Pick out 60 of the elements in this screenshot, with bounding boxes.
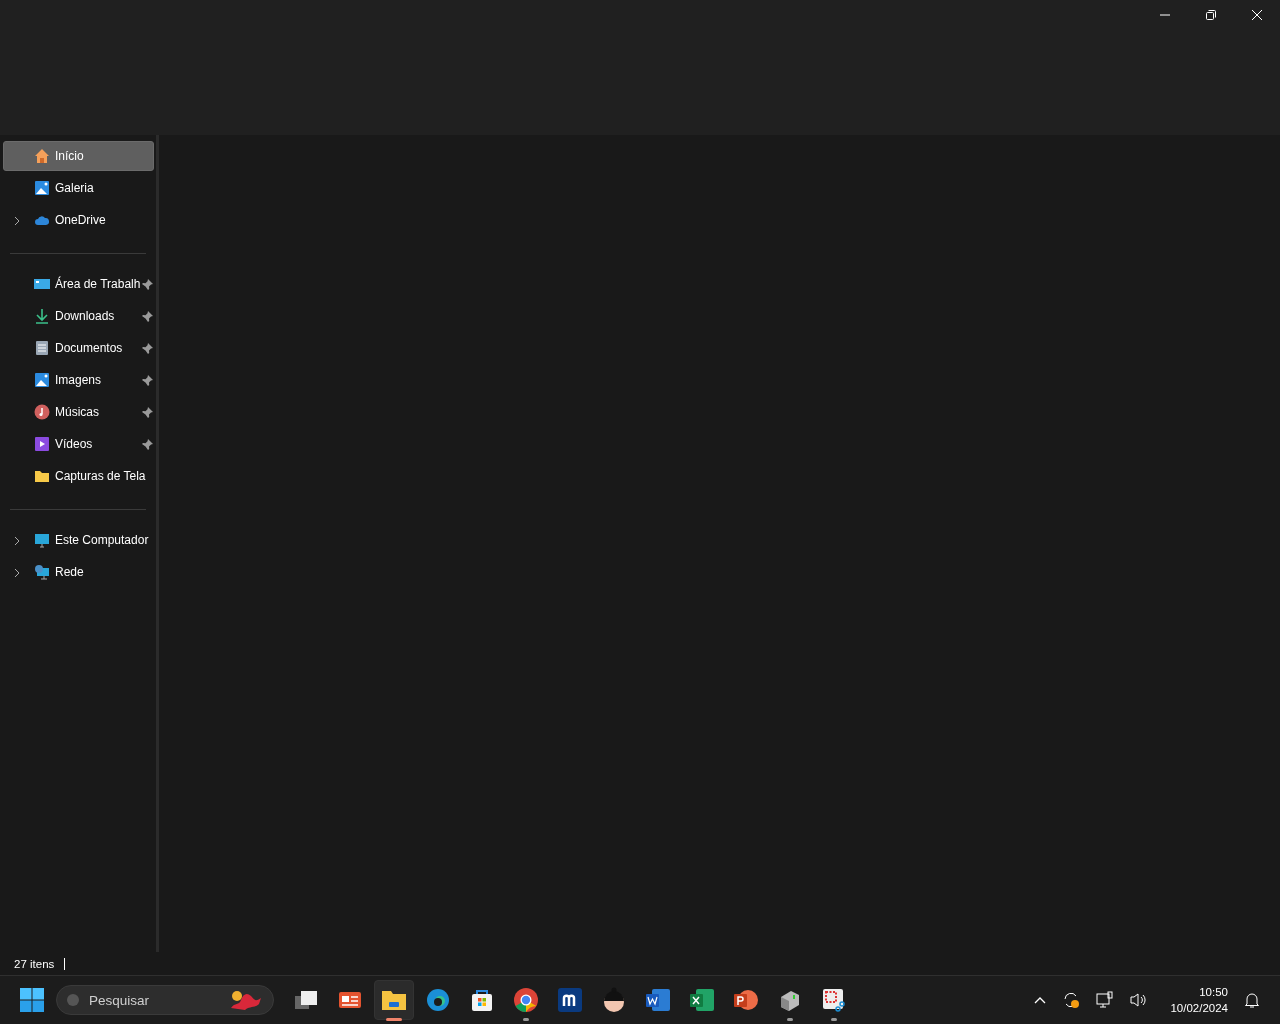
nav-item[interactable]: Capturas de Tela (3, 461, 154, 491)
clock[interactable]: 10:50 10/02/2024 (1170, 984, 1228, 1016)
restore-icon (1205, 9, 1217, 21)
pin-icon (142, 439, 153, 450)
pin-icon (142, 279, 153, 290)
desktop-icon (34, 276, 50, 292)
running-indicator (523, 1018, 529, 1021)
pin-icon (142, 407, 153, 418)
chevron-up-icon[interactable] (1034, 996, 1047, 1004)
chevron-right-icon[interactable] (14, 216, 20, 226)
nav-item[interactable]: Início (3, 141, 154, 171)
volume-icon[interactable] (1130, 992, 1149, 1008)
nav-item[interactable]: Imagens (3, 365, 154, 395)
music-icon (34, 404, 50, 420)
nav-item[interactable]: Documentos (3, 333, 154, 363)
snipping-icon (821, 987, 847, 1013)
nav-item[interactable]: Vídeos (3, 429, 154, 459)
running-indicator (386, 1018, 402, 1021)
chevron-right-icon[interactable] (14, 568, 20, 578)
dragon-drawing (229, 988, 263, 1012)
close-icon (1251, 9, 1263, 21)
start-icon[interactable] (20, 988, 44, 1012)
network-icon[interactable] (1096, 991, 1115, 1009)
browser-icon (425, 987, 451, 1013)
presentation-icon (733, 987, 759, 1013)
nav-item[interactable]: Área de Trabalh (3, 269, 154, 299)
nav-item[interactable]: Músicas (3, 397, 154, 427)
pin-icon (142, 311, 153, 322)
nav-item[interactable]: Rede (3, 557, 154, 587)
store-bag-icon (469, 987, 495, 1013)
nav-item[interactable]: Este Computador (3, 525, 154, 555)
pin-icon (142, 375, 153, 386)
running-indicator (831, 1018, 837, 1021)
running-indicator (787, 1018, 793, 1021)
document-icon (34, 340, 50, 356)
taskbar-app-button[interactable] (374, 980, 414, 1020)
sync-icon[interactable] (1062, 991, 1081, 1009)
item-count: 27 itens (14, 957, 55, 970)
nav-item[interactable]: OneDrive (3, 205, 154, 235)
search-bar[interactable]: Pesquisar (56, 985, 274, 1015)
search-dot-icon (67, 994, 79, 1006)
home-icon (34, 148, 50, 164)
monitor-icon (34, 532, 50, 548)
network-icon (34, 564, 50, 580)
download-icon (34, 308, 50, 324)
cartoon-character-icon (601, 987, 627, 1013)
nav-item[interactable]: Downloads (3, 301, 154, 331)
folder-icon (34, 468, 50, 484)
chevron-right-icon[interactable] (14, 536, 20, 546)
pin-icon (142, 343, 153, 354)
picture-icon (34, 372, 50, 388)
video-icon (34, 436, 50, 452)
search-field[interactable]: Pesquisar (87, 991, 211, 1009)
letter-m-app-icon (557, 987, 583, 1013)
browser-icon (513, 987, 539, 1013)
notification-bell-icon[interactable] (1244, 991, 1260, 1009)
nav-item[interactable]: Galeria (3, 173, 154, 203)
picture-icon (34, 180, 50, 196)
word-icon (645, 987, 671, 1013)
spreadsheet-icon (689, 987, 715, 1013)
